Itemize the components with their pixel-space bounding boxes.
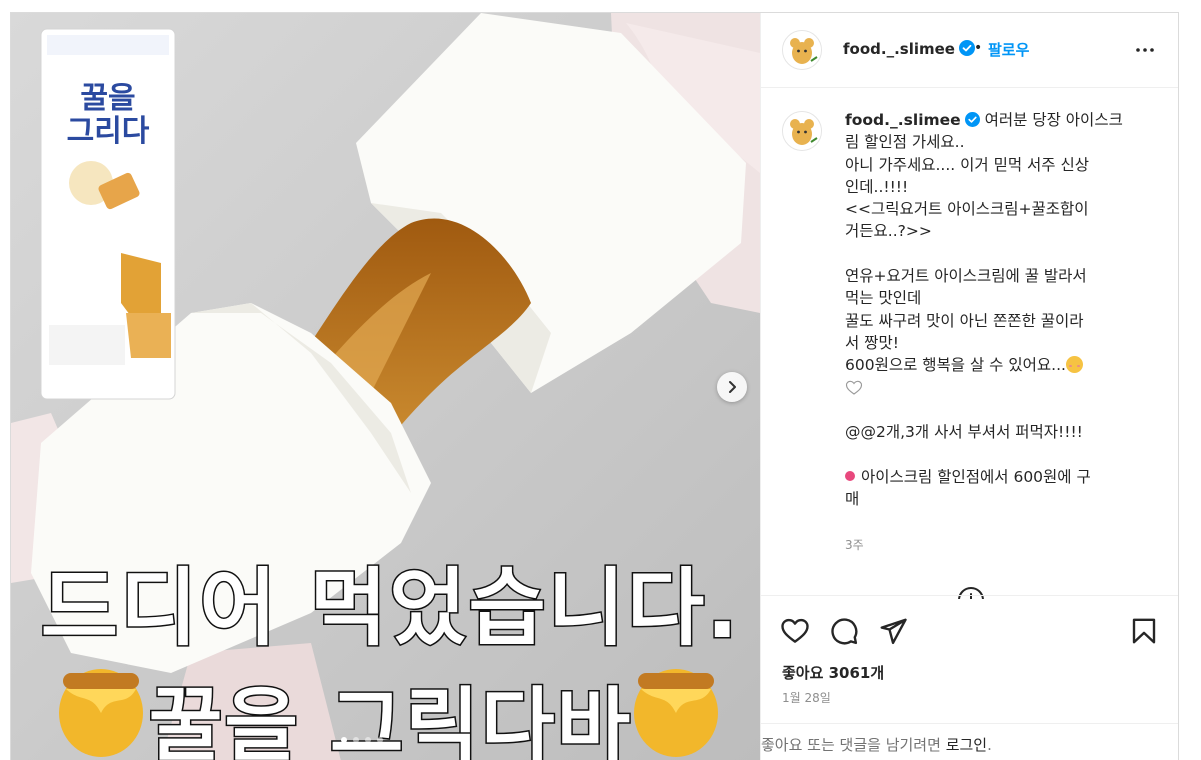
post-caption: food._.slimee 여러분 당장 아이스크 림 할인점 가세요.. 아니… xyxy=(845,109,1155,510)
caption-line: @@2개,3개 사서 부셔서 퍼먹자!!!! xyxy=(845,423,1083,442)
caption-line: 거든요..?>> xyxy=(845,222,932,241)
caption-line: 아니 가주세요.... 이거 믿먹 서주 신상 xyxy=(845,155,1089,174)
avatar[interactable] xyxy=(782,111,822,151)
carousel-dots xyxy=(341,737,383,743)
send-icon xyxy=(880,618,907,645)
comments-area: food._.slimee 여러분 당장 아이스크 림 할인점 가세요.. 아니… xyxy=(761,89,1178,599)
username-text: food._.slimee xyxy=(843,40,955,58)
login-link[interactable]: 로그인 xyxy=(946,736,987,754)
likes-count[interactable]: 좋아요 3061개 xyxy=(782,662,884,683)
instagram-post: 꿀을 그리다 드디어 먹었습니다. 꿀을 그릭다바 food._.slimee … xyxy=(10,12,1179,760)
caption-line: 연유+요거트 아이스크림에 꿀 발라서 xyxy=(845,267,1087,286)
more-horizontal-icon xyxy=(1136,48,1154,52)
caption-timestamp: 3주 xyxy=(845,538,864,552)
avatar[interactable] xyxy=(782,30,822,70)
heart-icon xyxy=(781,618,809,643)
save-button[interactable] xyxy=(1129,616,1159,650)
separator-bullet: • xyxy=(974,40,983,56)
caption-line: 매 xyxy=(845,490,860,509)
login-prompt-text: 좋아요 또는 댓글을 남기려면 xyxy=(761,736,946,754)
carousel-dot xyxy=(365,737,371,743)
share-button[interactable] xyxy=(878,616,908,650)
bookmark-icon xyxy=(1132,618,1156,644)
like-button[interactable] xyxy=(780,616,810,650)
caption-line: 인데..!!!! xyxy=(845,177,909,196)
caption-line: 꿀도 싸구려 맛이 아닌 쫀쫀한 꿀이라 xyxy=(845,311,1084,330)
caption-line: <<그릭요거트 아이스크림+꿀조합이 xyxy=(845,200,1089,219)
chevron-right-icon xyxy=(729,381,736,393)
white-heart-emoji-icon xyxy=(845,380,863,395)
pleading-face-emoji-icon xyxy=(1065,356,1083,374)
avatar-bear-icon xyxy=(783,31,821,69)
more-options-button[interactable] xyxy=(1133,38,1157,66)
media-overlay-text-line1: 드디어 먹었습니다. xyxy=(39,558,741,659)
post-date: 1월 28일 xyxy=(782,691,831,705)
caption-line: 먹는 맛인데 xyxy=(845,289,922,308)
carousel-dot xyxy=(341,737,347,743)
carousel-dot xyxy=(353,737,359,743)
avatar-bear-icon xyxy=(783,112,821,150)
carousel-dot xyxy=(377,737,383,743)
svg-text:그리다: 그리다 xyxy=(67,114,150,149)
login-prompt: 좋아요 또는 댓글을 남기려면 로그인. xyxy=(761,723,1178,760)
caption-username[interactable]: food._.slimee xyxy=(845,111,961,129)
caption-line: 600원으로 행복을 살 수 있어요... xyxy=(845,356,1066,375)
verified-badge-icon xyxy=(958,40,975,56)
caption-line: 아이스크림 할인점에서 600원에 구 xyxy=(861,467,1091,486)
svg-text:꿀을: 꿀을 xyxy=(80,81,135,116)
post-side-panel: food._.slimee • 팔로우 food._.slimee 여러분 당장… xyxy=(760,13,1178,760)
follow-button[interactable]: 팔로우 xyxy=(988,39,1029,60)
carousel-next-button[interactable] xyxy=(717,372,747,402)
media-overlay-text-line2: 꿀을 그릭다바 xyxy=(147,678,633,760)
username-link[interactable]: food._.slimee xyxy=(843,40,975,58)
post-header: food._.slimee • 팔로우 xyxy=(761,13,1178,88)
comment-icon xyxy=(831,618,858,645)
pushpin-emoji-icon xyxy=(845,470,855,481)
caption-line: 서 짱맛! xyxy=(845,333,899,352)
caption-line: 림 할인점 가세요.. xyxy=(845,133,965,152)
verified-badge-icon xyxy=(964,112,980,127)
caption-line: 여러분 당장 아이스크 xyxy=(984,111,1123,129)
login-prompt-suffix: . xyxy=(987,736,992,754)
post-media[interactable]: 꿀을 그리다 드디어 먹었습니다. 꿀을 그릭다바 xyxy=(11,13,760,760)
comment-button[interactable] xyxy=(829,616,859,650)
post-actions: 좋아요 3061개 1월 28일 xyxy=(761,595,1178,725)
